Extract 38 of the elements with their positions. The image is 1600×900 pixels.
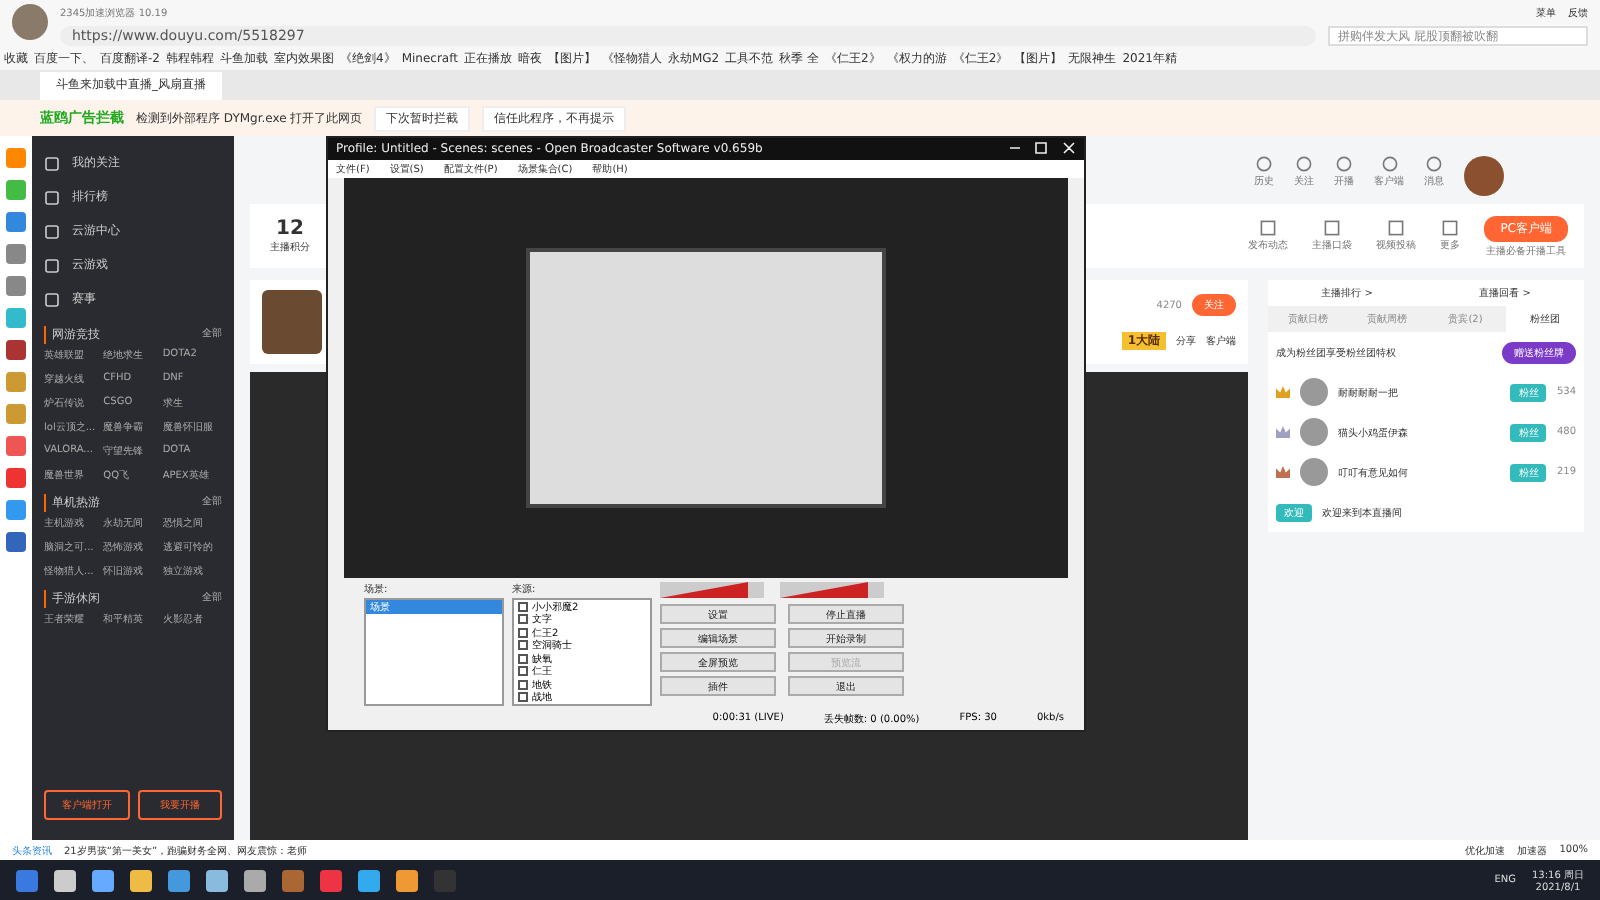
taskbar-app-icon[interactable]	[358, 869, 380, 891]
square-icon	[1388, 220, 1405, 236]
circle-icon	[1296, 156, 1312, 172]
source-checkbox[interactable]	[518, 692, 528, 703]
fan-avatar	[1300, 418, 1328, 446]
nav-icon	[44, 291, 60, 307]
fan-avatar	[1300, 458, 1328, 486]
room-count: 12	[276, 218, 304, 240]
nav-icon	[44, 257, 60, 273]
source-checkbox[interactable]	[518, 601, 528, 612]
avatar-circle[interactable]	[1464, 156, 1504, 196]
nav-icon	[44, 189, 60, 205]
nav-icon	[44, 155, 60, 171]
source-checkbox[interactable]	[518, 653, 528, 664]
square-icon	[1324, 220, 1341, 236]
taskbar-app-icon[interactable]	[168, 869, 190, 891]
fan-avatar	[1300, 378, 1328, 406]
source-checkbox[interactable]	[518, 627, 528, 638]
square-icon	[1442, 220, 1459, 236]
circle-icon	[1256, 156, 1272, 172]
taskbar-app-icon[interactable]	[130, 869, 152, 891]
window-controls-icon[interactable]	[1008, 142, 1076, 155]
room-thumbnail	[262, 290, 322, 354]
nav-icon	[44, 223, 60, 239]
user-avatar[interactable]	[12, 4, 48, 40]
taskbar-app-icon[interactable]	[244, 869, 266, 891]
source-checkbox[interactable]	[518, 666, 528, 677]
source-checkbox[interactable]	[518, 640, 528, 651]
circle-icon	[1426, 156, 1442, 172]
source-checkbox[interactable]	[518, 679, 528, 690]
taskbar-app-icon[interactable]	[206, 869, 228, 891]
taskbar-app-icon[interactable]	[92, 869, 114, 891]
circle-icon	[1336, 156, 1352, 172]
taskbar-app-icon[interactable]	[54, 869, 76, 891]
taskbar-app-icon[interactable]	[396, 869, 418, 891]
square-icon	[1260, 220, 1277, 236]
source-checkbox[interactable]	[518, 614, 528, 625]
circle-icon	[1381, 156, 1397, 172]
